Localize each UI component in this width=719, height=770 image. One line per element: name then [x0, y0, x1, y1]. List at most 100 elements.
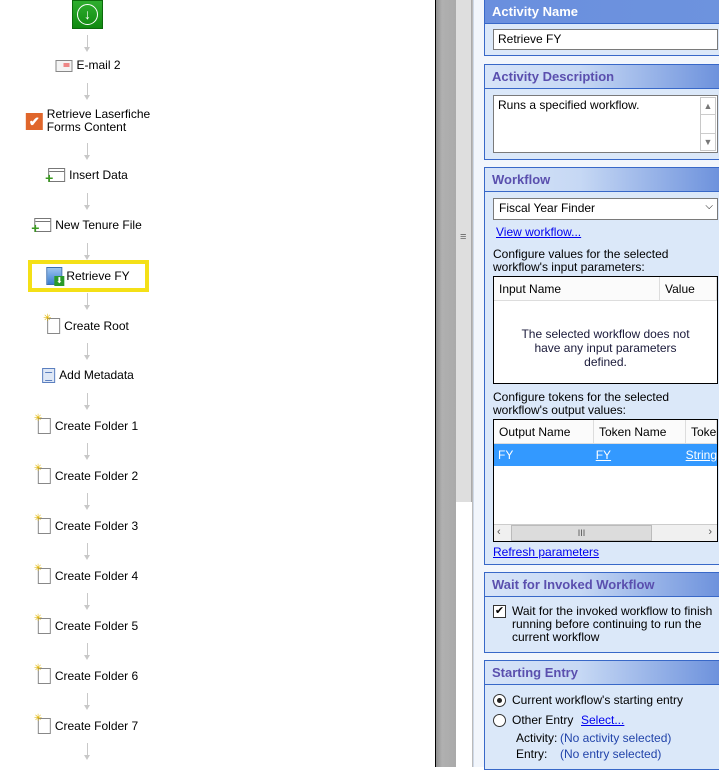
new-entry-icon [34, 663, 51, 684]
activity-name-section: Activity Name Retrieve FY [484, 0, 719, 56]
connector-arrow [84, 593, 90, 610]
connector-arrow [84, 143, 90, 160]
flow-node-add-metadata[interactable]: Add Metadata [42, 368, 134, 383]
scroll-right-icon[interactable]: › [708, 526, 712, 538]
connector-arrow [84, 643, 90, 660]
flow-node-create-folder-2[interactable]: Create Folder 2 [34, 463, 138, 484]
scrollbar-thumb[interactable]: III [511, 525, 652, 541]
new-entry-icon [43, 313, 61, 334]
flow-node-create-folder-4[interactable]: Create Folder 4 [34, 563, 138, 584]
scroll-left-icon[interactable]: ‹ [497, 526, 501, 538]
section-header: Activity Name [485, 0, 719, 24]
select-entry-link[interactable]: Select... [581, 714, 624, 727]
entry-label: Entry: [516, 747, 548, 761]
entry-value: (No entry selected) [560, 747, 662, 761]
panel-splitter[interactable] [456, 0, 473, 767]
activity-description-section: Activity Description Runs a specified wo… [484, 64, 719, 160]
flow-node-insert-data[interactable]: Insert Data [45, 168, 128, 186]
section-header: Wait for Invoked Workflow [485, 573, 719, 597]
new-entry-icon [34, 613, 51, 634]
forms-check-icon: ✔ [25, 112, 43, 130]
token-type-link[interactable]: String [682, 444, 717, 466]
start-node[interactable]: ↓ [72, 0, 103, 29]
workflow-designer-canvas[interactable]: ↓ E-mail 2 ✔ Retrieve Laserfiche Forms Con… [0, 0, 435, 767]
output-tokens-description: Configure tokens for the selected workfl… [493, 390, 670, 417]
section-header: Activity Description [485, 65, 719, 89]
connector-arrow [84, 193, 90, 210]
flow-node-create-folder-5[interactable]: Create Folder 5 [34, 613, 138, 634]
connector-arrow [84, 693, 90, 710]
activity-name-input[interactable]: Retrieve FY [493, 29, 718, 50]
radio-other-entry[interactable] [493, 714, 506, 727]
insert-data-icon [45, 168, 66, 186]
description-text: Runs a specified workflow. [498, 98, 640, 112]
wait-checkbox-label: Wait for the invoked workflow to finish … [512, 604, 713, 644]
column-header-input-name[interactable]: Input Name [494, 277, 660, 300]
chevron-down-icon: ⌵ [705, 201, 713, 212]
token-name-link[interactable]: FY [592, 444, 682, 466]
email-icon [55, 59, 73, 72]
new-entry-icon [34, 463, 51, 484]
radio-current-entry[interactable] [493, 694, 506, 707]
input-params-description: Configure values for the selected workfl… [493, 247, 669, 274]
invoke-workflow-icon [46, 267, 65, 286]
node-label-line2: Forms Content [46, 120, 127, 134]
splitter-track [456, 0, 472, 502]
activity-description-textarea[interactable]: Runs a specified workflow. ▲ ▼ [493, 95, 718, 153]
flow-node-retrieve-forms[interactable]: ✔ Retrieve Laserfiche Forms Content [25, 107, 151, 134]
radio-current-entry-label: Current workflow's starting entry [512, 693, 684, 707]
column-header-token-type[interactable]: Toke [686, 420, 717, 443]
scroll-down-icon[interactable]: ▼ [701, 133, 715, 150]
flow-node-retrieve-fy[interactable]: Retrieve FY [46, 267, 130, 286]
connector-arrow [84, 293, 90, 310]
column-header-value[interactable]: Value [660, 277, 717, 300]
textarea-scrollbar[interactable]: ▲ ▼ [700, 97, 716, 151]
start-arrow-icon: ↓ [77, 4, 98, 25]
metadata-icon [42, 368, 56, 383]
flow-node-email-2[interactable]: E-mail 2 [55, 59, 121, 72]
connector-arrow [84, 35, 90, 52]
view-workflow-link[interactable]: View workflow... [496, 226, 581, 239]
flow-node-new-tenure-file[interactable]: New Tenure File [31, 218, 142, 236]
connector-arrow [84, 443, 90, 460]
scroll-up-icon[interactable]: ▲ [701, 98, 715, 115]
activity-label: Activity: [516, 731, 558, 745]
splitter-grip-icon[interactable]: ≡ [460, 231, 466, 243]
new-entry-icon [34, 413, 51, 434]
wait-checkbox[interactable]: ✔ [493, 605, 506, 618]
flow-node-create-folder-1[interactable]: Create Folder 1 [34, 413, 138, 434]
connector-arrow [84, 743, 90, 760]
starting-entry-section: Starting Entry Current workflow's starti… [484, 660, 719, 770]
horizontal-scrollbar[interactable]: ‹ III › [494, 524, 717, 541]
node-label-line1: Retrieve Laserfiche [46, 107, 151, 121]
flow-node-create-root[interactable]: Create Root [43, 313, 129, 334]
flow-node-create-folder-6[interactable]: Create Folder 6 [34, 663, 138, 684]
output-tokens-grid[interactable]: Output Name Token Name Toke FY FY String ‹… [493, 419, 718, 542]
activity-value: (No activity selected) [560, 731, 672, 745]
properties-panel: Activity Name Retrieve FY Activity Descr… [473, 0, 719, 770]
canvas-scrollbar[interactable] [436, 0, 456, 767]
column-header-output-name[interactable]: Output Name [494, 420, 594, 443]
connector-arrow [84, 83, 90, 100]
connector-arrow [84, 243, 90, 260]
radio-other-entry-label: Other Entry [512, 713, 574, 727]
refresh-parameters-link[interactable]: Refresh parameters [493, 546, 599, 559]
connector-arrow [84, 393, 90, 410]
section-header: Starting Entry [485, 661, 719, 685]
table-row[interactable]: FY FY String [494, 444, 717, 466]
wait-section: Wait for Invoked Workflow ✔ Wait for the… [484, 572, 719, 653]
workflow-select[interactable]: Fiscal Year Finder ⌵ [493, 198, 718, 220]
output-name-cell: FY [498, 448, 514, 462]
new-entry-icon [34, 563, 51, 584]
section-header: Workflow [485, 168, 719, 192]
empty-grid-message: The selected workflow does not have any … [521, 327, 690, 369]
flow-node-create-folder-3[interactable]: Create Folder 3 [34, 513, 138, 534]
input-parameters-grid[interactable]: Input Name Value The selected workflow do… [493, 276, 718, 384]
column-header-token-name[interactable]: Token Name [594, 420, 686, 443]
connector-arrow [84, 493, 90, 510]
workflow-section: Workflow Fiscal Year Finder ⌵ View workfl… [484, 167, 719, 565]
connector-arrow [84, 343, 90, 360]
flow-node-create-folder-7[interactable]: Create Folder 7 [34, 713, 138, 734]
connector-arrow [84, 543, 90, 560]
new-entry-icon [34, 513, 51, 534]
